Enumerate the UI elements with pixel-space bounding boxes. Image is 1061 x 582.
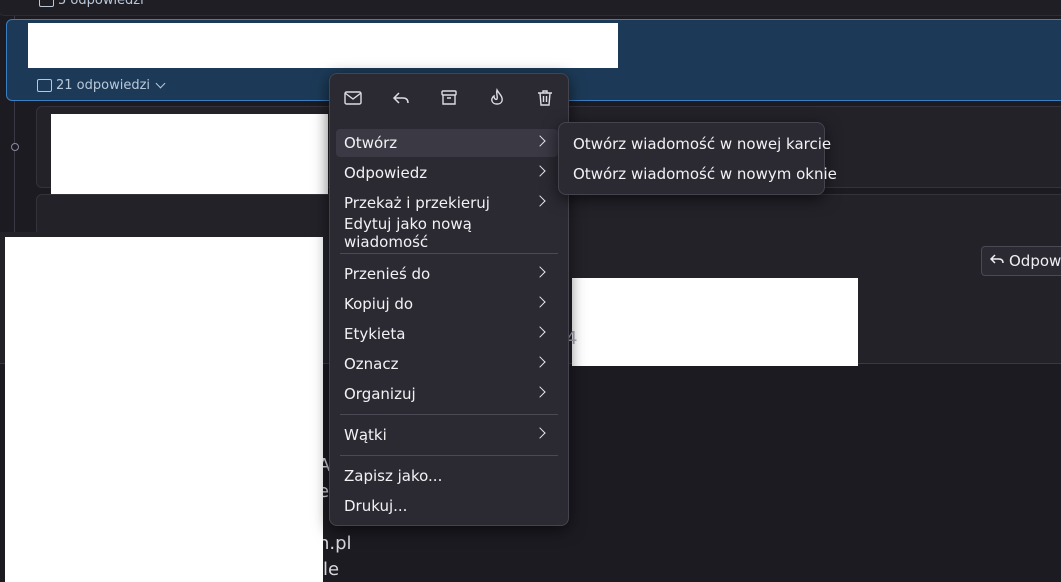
replies-count-top[interactable]: 5 odpowiedzi [39,0,144,8]
menu-item-forward[interactable]: Przekaż i przekieruj [336,189,558,217]
menu-item-save-as[interactable]: Zapisz jako... [336,462,558,490]
context-menu: Otwórz Odpowiedz Przekaż i przekieruj Ed… [329,73,569,526]
menu-item-organize[interactable]: Organizuj [336,380,558,408]
chevron-right-icon [534,266,546,278]
menu-item-reply[interactable]: Odpowiedz [336,159,558,187]
chevron-right-icon [534,326,546,338]
reply-button[interactable]: Odpowi [981,246,1061,276]
chevron-right-icon [534,356,546,368]
menu-item-threads[interactable]: Wątki [336,421,558,449]
open-submenu: Otwórz wiadomość w nowej karcie Otwórz w… [558,122,837,195]
archive-icon [441,90,457,105]
submenu-item-open-new-tab[interactable]: Otwórz wiadomość w nowej karcie [573,135,831,153]
menu-item-mark[interactable]: Oznacz [336,350,558,378]
menu-separator [340,414,558,415]
chevron-right-icon [534,386,546,398]
timeline-dot [11,143,19,151]
chevron-right-icon [534,195,546,207]
chevron-down-icon [155,78,166,89]
context-menu-toolbar [338,84,560,112]
mail-envelope-icon [344,91,362,105]
chevron-right-icon [534,165,546,177]
flame-junk-icon [491,88,503,105]
menu-item-tag[interactable]: Etykieta [336,320,558,348]
reply-icon [392,92,409,104]
replies-icon [39,0,54,7]
reply-menu-button[interactable] [386,84,416,112]
thread-row-top[interactable]: 5 odpowiedzi [0,0,1061,16]
menu-item-move-to[interactable]: Przenieś do [336,260,558,288]
chevron-right-icon [534,296,546,308]
replies-count-selected[interactable]: 21 odpowiedzi [37,78,166,93]
submenu-item-open-new-window[interactable]: Otwórz wiadomość w nowym oknie [573,165,837,183]
menu-item-edit-as-new[interactable]: Edytuj jako nową wiadomość [336,215,558,251]
delete-button[interactable] [530,84,560,112]
junk-button[interactable] [482,84,512,112]
menu-item-copy-to[interactable]: Kopiuj do [336,290,558,318]
chevron-right-icon [534,135,546,147]
menu-item-open[interactable]: Otwórz [336,129,558,157]
menu-separator [340,253,558,254]
body-fragment: n.pl [318,533,352,554]
trash-icon [538,90,552,106]
replies-icon [37,79,52,92]
new-message-button[interactable] [338,84,368,112]
redacted-subject-selected [28,23,618,68]
redacted-folder-pane [5,237,323,582]
chevron-right-icon [534,427,546,439]
redacted-sender-info [572,278,858,366]
menu-item-print[interactable]: Drukuj... [336,492,558,520]
archive-button[interactable] [434,84,464,112]
reply-icon [989,252,1004,270]
menu-separator [340,455,558,456]
